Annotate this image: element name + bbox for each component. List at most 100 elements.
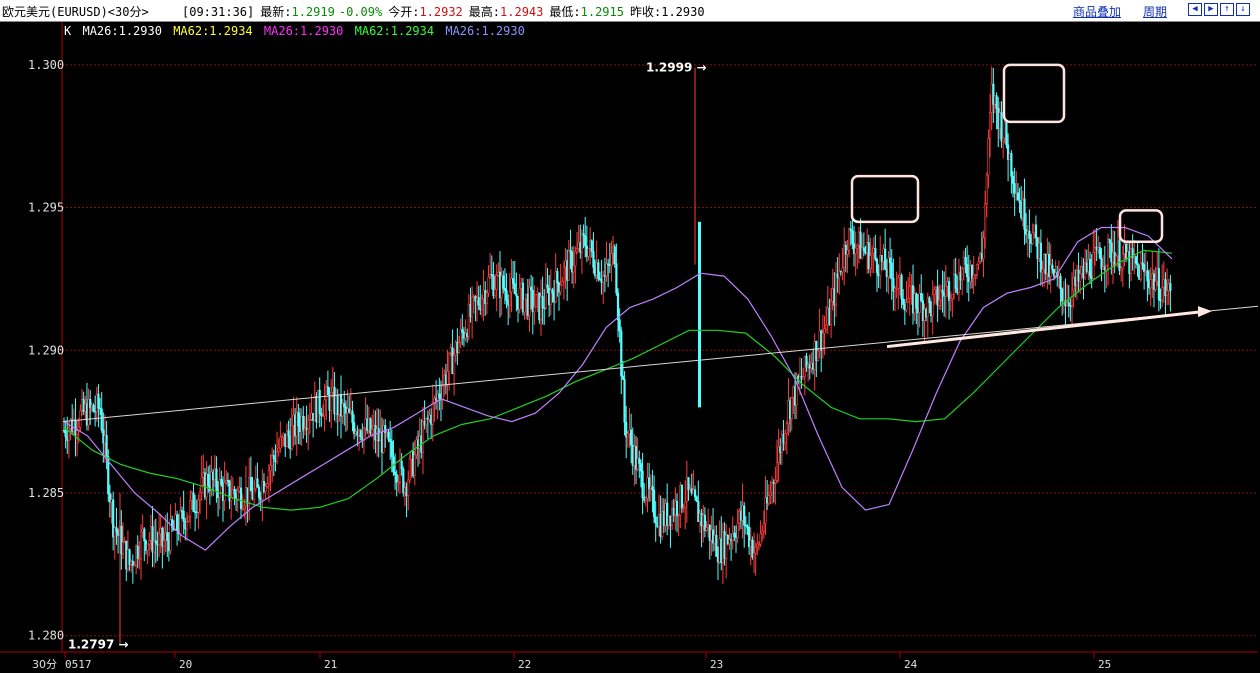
candle-body [698, 221, 701, 408]
candle-body [1005, 121, 1008, 146]
candle-body [279, 436, 282, 449]
candle-body [1000, 112, 1003, 142]
candle-body [761, 530, 764, 534]
candle-body [495, 275, 498, 290]
candle-body [487, 276, 490, 294]
high-marker-label: 1.2999 → [646, 61, 707, 75]
candle-body [1023, 198, 1026, 230]
candle-body [620, 330, 623, 377]
candle-body [330, 392, 333, 411]
candle-body [675, 500, 679, 517]
candle-body [562, 266, 566, 282]
candle-body [249, 477, 252, 492]
candle-body [287, 430, 290, 437]
candle-body [179, 510, 182, 535]
candle-body [121, 541, 125, 555]
trend-arrow-head [1198, 306, 1212, 318]
candle-body [438, 393, 441, 399]
candle-body [253, 488, 256, 500]
candle-body [784, 432, 787, 444]
y-tick-label: 1.300 [28, 58, 64, 72]
candle-body [541, 296, 544, 308]
price-chart[interactable]: 1.300 1.295 1.290 1.285 1.280 30分 0517 20 21 22 23… [0, 22, 1260, 673]
latest-value: 1.2919 [291, 5, 335, 19]
low-marker-label: 1.2797 → [68, 637, 129, 651]
candle-body [897, 277, 900, 289]
candle-body [256, 478, 259, 488]
candle-body [1157, 268, 1160, 301]
zoom-out-icon[interactable]: ↓ [1236, 3, 1250, 16]
highlight-box [1002, 63, 1066, 124]
candle-body [944, 285, 947, 297]
candle-body [1098, 247, 1101, 259]
zoom-in-icon[interactable]: ↑ [1220, 3, 1234, 16]
candle-body [393, 471, 397, 475]
candle-body [610, 253, 613, 266]
candle-body [146, 543, 149, 551]
candle-body [928, 297, 931, 304]
candle-body [513, 283, 516, 295]
candle-body [605, 263, 608, 277]
candle-body [736, 522, 739, 539]
candle-body [533, 306, 536, 312]
candle-body [825, 324, 828, 330]
candle-body [947, 281, 951, 301]
candle-body [359, 430, 362, 438]
x-tick-label: 0517 [65, 658, 92, 671]
candle-body [503, 288, 507, 291]
candle-body [1079, 273, 1082, 282]
candle-body [587, 248, 590, 257]
candle-body [1118, 240, 1121, 271]
candle-body [641, 470, 644, 498]
candle-body [1106, 239, 1110, 266]
candle-body [680, 485, 684, 509]
candle-body [1051, 264, 1054, 270]
candle-body [182, 510, 185, 522]
candle-body [185, 521, 189, 530]
overlay-link[interactable]: 商品叠加 [1073, 3, 1121, 20]
candle-body [984, 203, 987, 239]
candle-body [574, 251, 577, 267]
candle-body [1165, 290, 1169, 297]
candle-body [441, 385, 444, 401]
candle-body [561, 281, 564, 286]
candle-body [362, 428, 366, 441]
candle-body [343, 403, 346, 408]
low-label: 最低: [549, 5, 581, 19]
candle-body [623, 379, 626, 423]
candle-body [512, 278, 515, 284]
candle-body [323, 399, 326, 416]
candle-body [471, 296, 474, 317]
candle-body [695, 496, 698, 502]
scroll-left-icon[interactable]: ◀ [1188, 3, 1202, 16]
candle-body [841, 267, 844, 273]
candle-body [477, 297, 480, 306]
candle-body [1154, 281, 1157, 290]
candle-body [408, 458, 411, 481]
candle-body [816, 350, 820, 361]
candle-body [854, 247, 857, 254]
candle-body [987, 138, 990, 176]
candle-body [100, 408, 103, 431]
candle-body [951, 293, 954, 299]
candle-body [1031, 232, 1034, 244]
y-tick-label: 1.285 [28, 486, 64, 500]
candle-body [769, 492, 772, 496]
candle-body [985, 174, 988, 205]
period-link[interactable]: 周期 [1143, 3, 1167, 20]
candle-body [684, 501, 687, 508]
candle-body [461, 329, 464, 333]
candle-body [1034, 224, 1038, 239]
scroll-right-icon[interactable]: ▶ [1204, 3, 1218, 16]
candle-body [502, 275, 505, 289]
x-tick-label: 25 [1098, 658, 1111, 671]
candle-body [908, 286, 911, 299]
candle-body [1161, 286, 1164, 301]
candle-body [187, 515, 190, 522]
candle-body [743, 505, 746, 526]
candle-body [1061, 288, 1064, 302]
candle-body [269, 465, 272, 472]
y-tick-label: 1.295 [28, 201, 64, 215]
candle-body [239, 487, 243, 509]
x-tick-label: 23 [710, 658, 723, 671]
